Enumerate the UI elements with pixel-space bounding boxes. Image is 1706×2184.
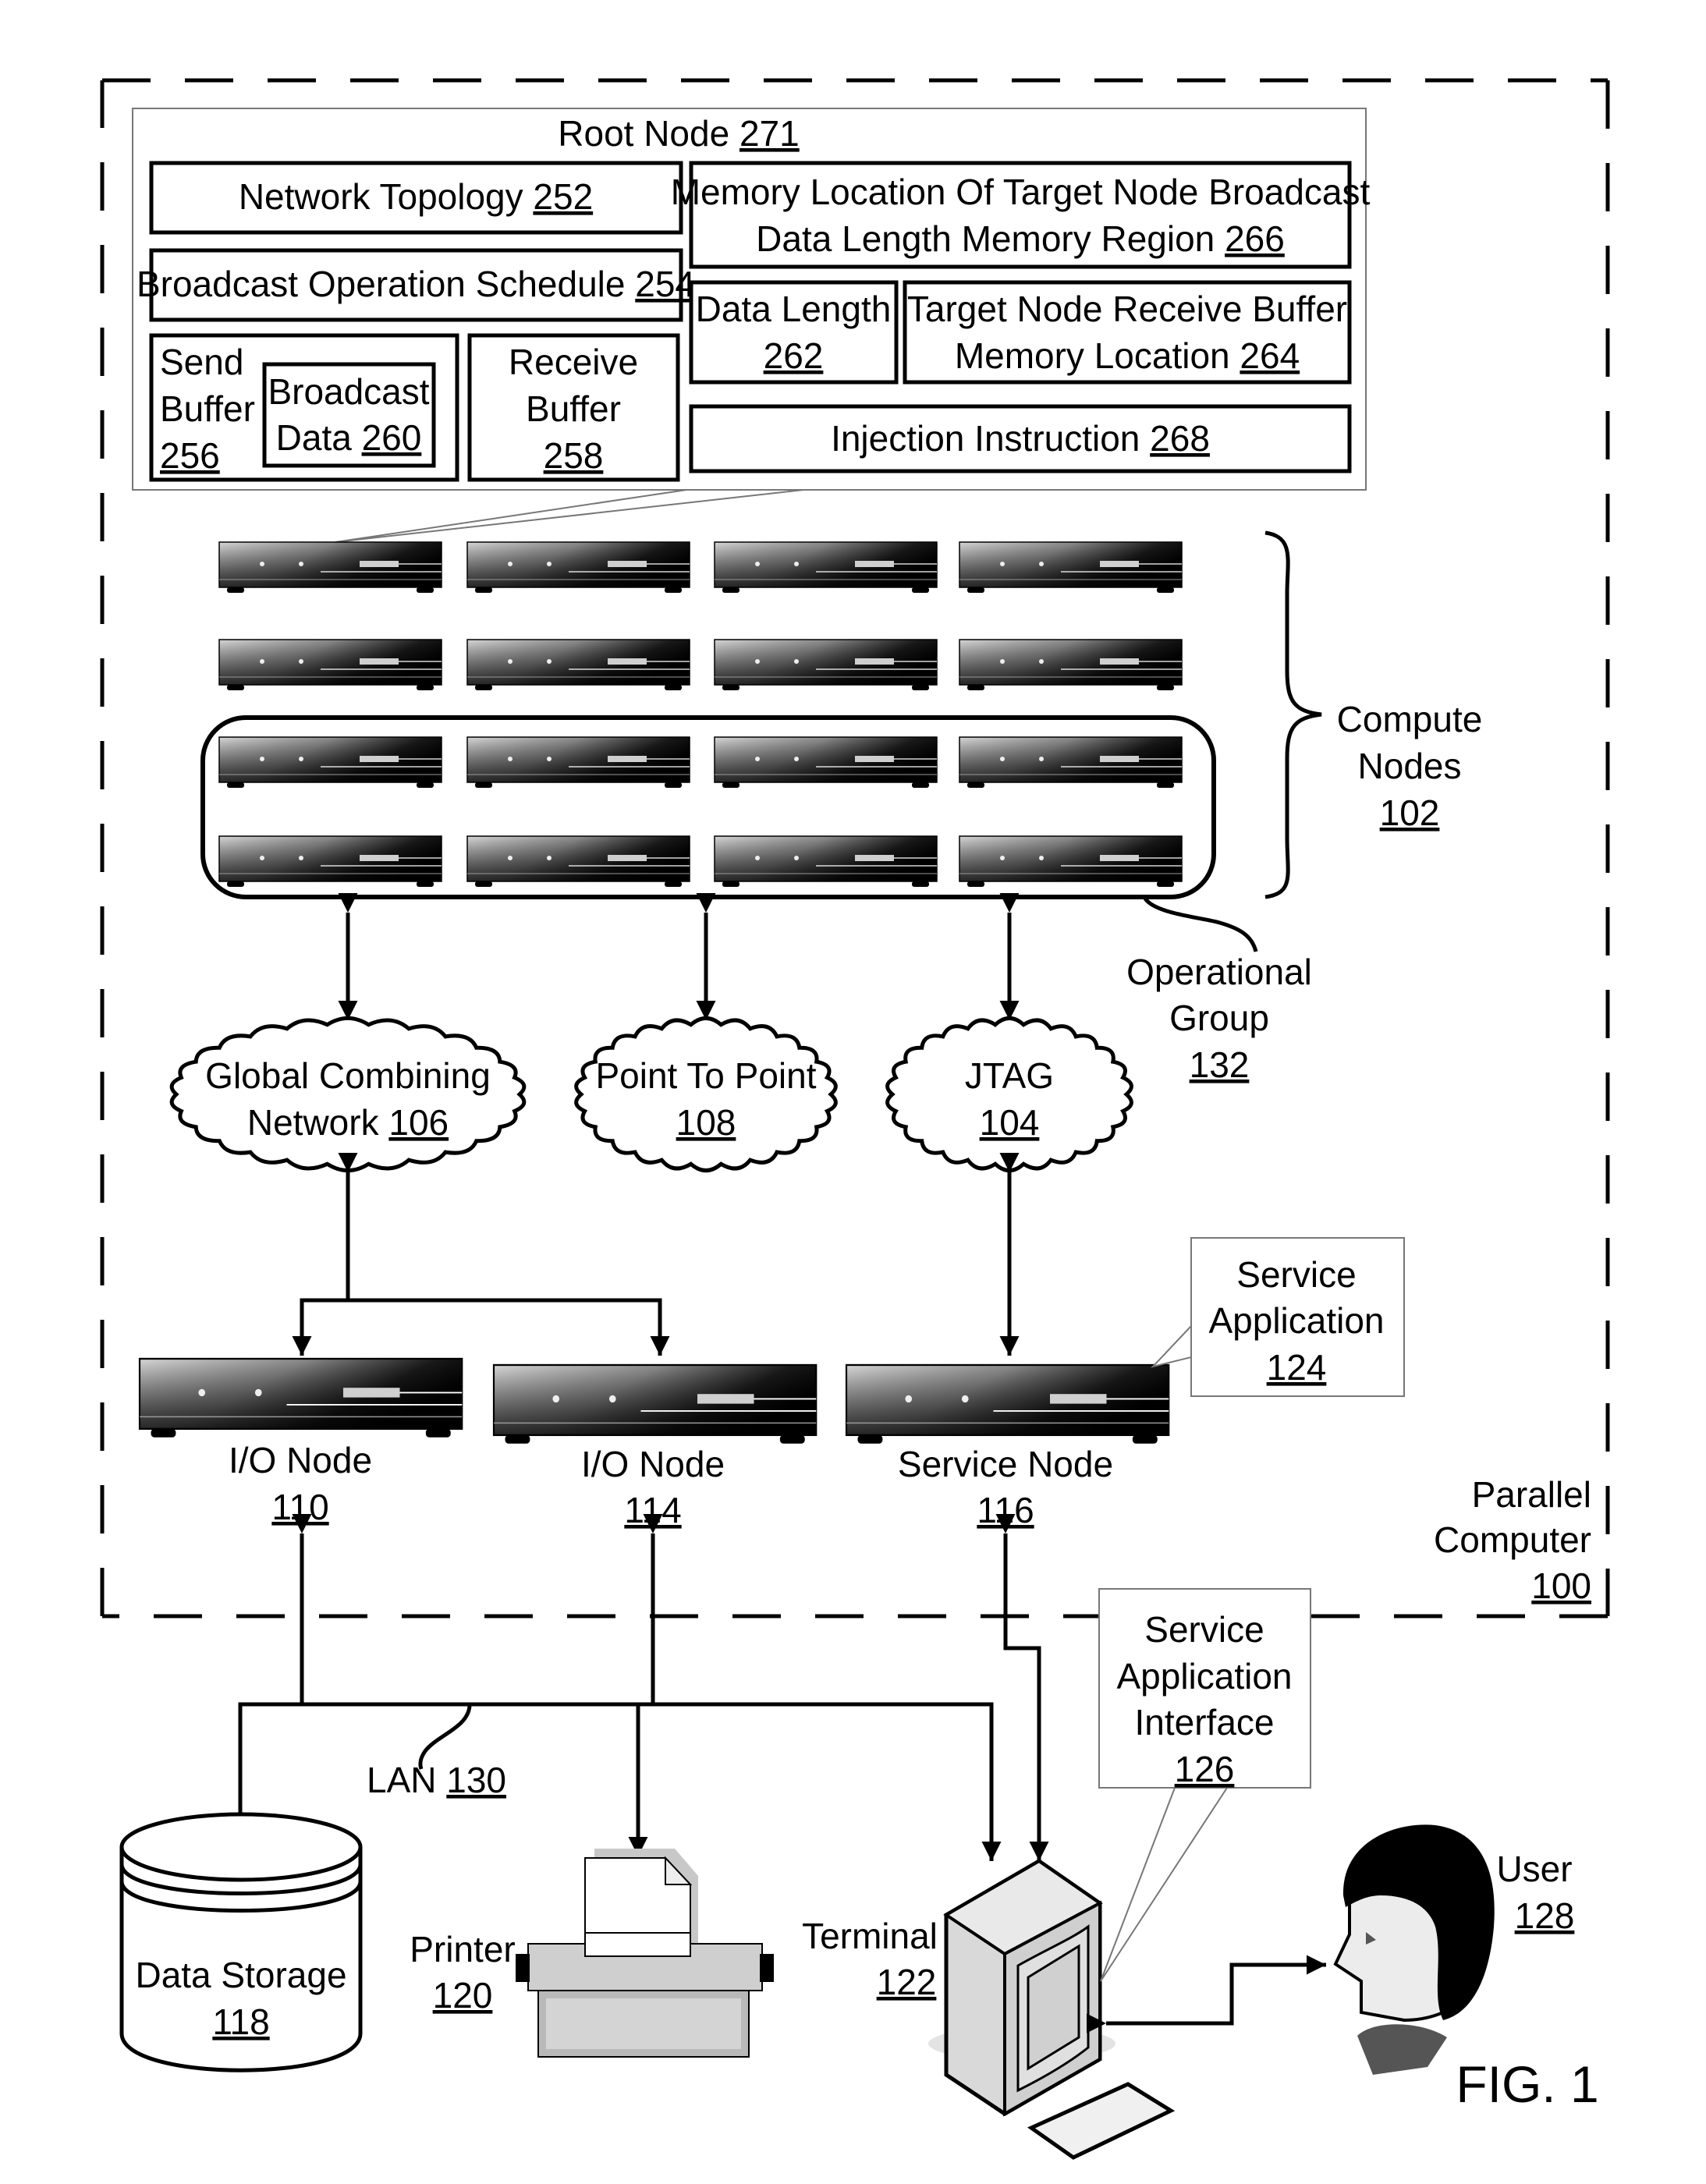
root-node-callout: Root Node 271 Network Topology 252 Broad… bbox=[132, 108, 1371, 543]
compute-node-server-icon bbox=[959, 639, 1183, 691]
sai-line3: Interface bbox=[1135, 1702, 1275, 1743]
memory-location-region-line1: Memory Location Of Target Node Broadcast bbox=[671, 172, 1371, 212]
broadcast-data-line1: Broadcast bbox=[268, 371, 429, 412]
service-node-server-icon bbox=[845, 1363, 1170, 1445]
compute-nodes-label: Compute Nodes 102 bbox=[1337, 699, 1483, 833]
operational-group-line1: Operational bbox=[1126, 952, 1312, 992]
service-application-line1: Service bbox=[1236, 1254, 1356, 1295]
arrow-terminal-user bbox=[1087, 1955, 1326, 2033]
jtag-ref: 104 bbox=[980, 1102, 1040, 1143]
io-node-110: I/O Node 110 bbox=[138, 1357, 463, 1527]
compute-nodes-line2: Nodes bbox=[1358, 746, 1462, 786]
compute-nodes-grid bbox=[218, 541, 1183, 888]
service-node-116: Service Node 116 bbox=[845, 1363, 1170, 1530]
compute-node-server-icon bbox=[714, 736, 938, 789]
send-buffer-line1: Send bbox=[160, 342, 243, 382]
parallel-computer-line2: Computer bbox=[1434, 1519, 1591, 1560]
io-node-114-ref: 114 bbox=[624, 1490, 681, 1530]
sai-line2: Application bbox=[1116, 1656, 1292, 1696]
io-node-110-label: I/O Node bbox=[229, 1440, 372, 1480]
io-node-114: I/O Node 114 bbox=[492, 1363, 818, 1530]
parallel-computer-line1: Parallel bbox=[1472, 1474, 1591, 1515]
lan-label: LAN 130 bbox=[367, 1760, 506, 1800]
operational-group-label: Operational Group 132 bbox=[1126, 952, 1312, 1085]
compute-node-server-icon bbox=[714, 835, 938, 888]
data-storage-label: Data Storage bbox=[135, 1955, 346, 1995]
compute-nodes-line1: Compute bbox=[1337, 699, 1483, 739]
compute-node-server-icon bbox=[959, 835, 1183, 888]
data-storage-ref: 118 bbox=[212, 2001, 269, 2042]
parallel-computer-ref: 100 bbox=[1531, 1565, 1591, 1606]
jtag-label: JTAG bbox=[965, 1055, 1054, 1096]
terminal-label: Terminal bbox=[802, 1916, 938, 1956]
root-node-title: Root Node 271 bbox=[558, 113, 799, 154]
sai-ref: 126 bbox=[1175, 1749, 1235, 1789]
target-node-receive-buffer-line1: Target Node Receive Buffer bbox=[907, 289, 1347, 329]
operational-group-line2: Group bbox=[1169, 998, 1269, 1038]
user-128: User 128 bbox=[1333, 1824, 1575, 2075]
printer-ref: 120 bbox=[433, 1975, 493, 2016]
compute-node-server-icon bbox=[466, 736, 690, 789]
operational-group-leader bbox=[1143, 897, 1258, 952]
target-node-receive-buffer-line2: Memory Location 264 bbox=[955, 335, 1300, 376]
network-topology-label: Network Topology 252 bbox=[239, 176, 593, 217]
printer-120: Printer 120 bbox=[410, 1849, 774, 2058]
terminal-ref: 122 bbox=[877, 1962, 937, 2002]
compute-node-server-icon bbox=[714, 639, 938, 691]
printer-label: Printer bbox=[410, 1929, 515, 1970]
compute-node-server-icon bbox=[959, 541, 1183, 594]
data-storage-118: Data Storage 118 bbox=[119, 1812, 363, 2072]
network-clouds: Global Combining Network 106 Point To Poin… bbox=[169, 1016, 1133, 1173]
memory-location-region-line2: Data Length Memory Region 266 bbox=[756, 218, 1285, 259]
compute-node-server-icon bbox=[218, 835, 442, 888]
io-node-114-label: I/O Node bbox=[581, 1444, 725, 1484]
data-length-ref: 262 bbox=[764, 335, 824, 376]
io-node-114-server-icon bbox=[492, 1363, 818, 1445]
point-to-point-ref: 108 bbox=[676, 1102, 736, 1143]
user-head-icon bbox=[1333, 1824, 1495, 2075]
compute-node-server-icon bbox=[218, 639, 442, 691]
global-combining-network-label: Global Combining bbox=[205, 1055, 491, 1096]
sai-line1: Service bbox=[1144, 1609, 1264, 1650]
injection-instruction-label: Injection Instruction 268 bbox=[831, 418, 1210, 459]
user-label: User bbox=[1496, 1849, 1572, 1889]
compute-node-server-icon bbox=[714, 541, 938, 594]
compute-node-server-icon bbox=[466, 639, 690, 691]
point-to-point-label: Point To Point bbox=[595, 1055, 816, 1096]
service-node-label: Service Node bbox=[898, 1444, 1113, 1484]
compute-nodes-brace bbox=[1264, 530, 1322, 899]
service-application-callout: Service Application 124 bbox=[1150, 1237, 1405, 1397]
parallel-computer-label: Parallel Computer 100 bbox=[1434, 1474, 1591, 1606]
compute-node-server-icon bbox=[466, 541, 690, 594]
send-buffer-line2: Buffer bbox=[160, 388, 255, 429]
printer-icon bbox=[516, 1849, 774, 2058]
receive-buffer-ref: 258 bbox=[544, 435, 604, 476]
compute-node-server-icon bbox=[218, 736, 442, 789]
compute-nodes-ref: 102 bbox=[1380, 792, 1440, 833]
parallel-computer-diagram: Parallel Computer 100 Root Node 271 Netw… bbox=[100, 78, 1610, 2160]
service-application-ref: 124 bbox=[1267, 1347, 1327, 1388]
arrow-service-node-terminal bbox=[995, 1514, 1049, 1861]
compute-node-server-icon bbox=[959, 736, 1183, 789]
terminal-122: Terminal 122 bbox=[802, 1859, 1176, 2160]
service-application-line2: Application bbox=[1208, 1300, 1384, 1341]
io-node-110-server-icon bbox=[138, 1357, 463, 1438]
io-node-110-ref: 110 bbox=[271, 1487, 328, 1527]
global-combining-network-ref: Network 106 bbox=[247, 1102, 449, 1143]
compute-node-server-icon bbox=[466, 835, 690, 888]
send-buffer-ref: 256 bbox=[160, 435, 220, 476]
operational-group-ref: 132 bbox=[1190, 1044, 1250, 1085]
broadcast-data-line2: Data 260 bbox=[276, 417, 422, 458]
service-node-ref: 116 bbox=[977, 1490, 1034, 1530]
service-application-interface-callout: Service Application Interface 126 bbox=[1098, 1588, 1311, 1982]
receive-buffer-line2: Buffer bbox=[526, 388, 621, 429]
user-ref: 128 bbox=[1515, 1895, 1575, 1936]
arrow-to-io-node-114 bbox=[300, 1298, 670, 1356]
receive-buffer-line1: Receive bbox=[509, 342, 638, 382]
compute-node-server-icon bbox=[218, 541, 442, 594]
broadcast-operation-schedule-label: Broadcast Operation Schedule 254 bbox=[137, 264, 695, 304]
figure-label: FIG. 1 bbox=[1456, 2055, 1598, 2113]
data-length-line1: Data Length bbox=[696, 289, 892, 329]
